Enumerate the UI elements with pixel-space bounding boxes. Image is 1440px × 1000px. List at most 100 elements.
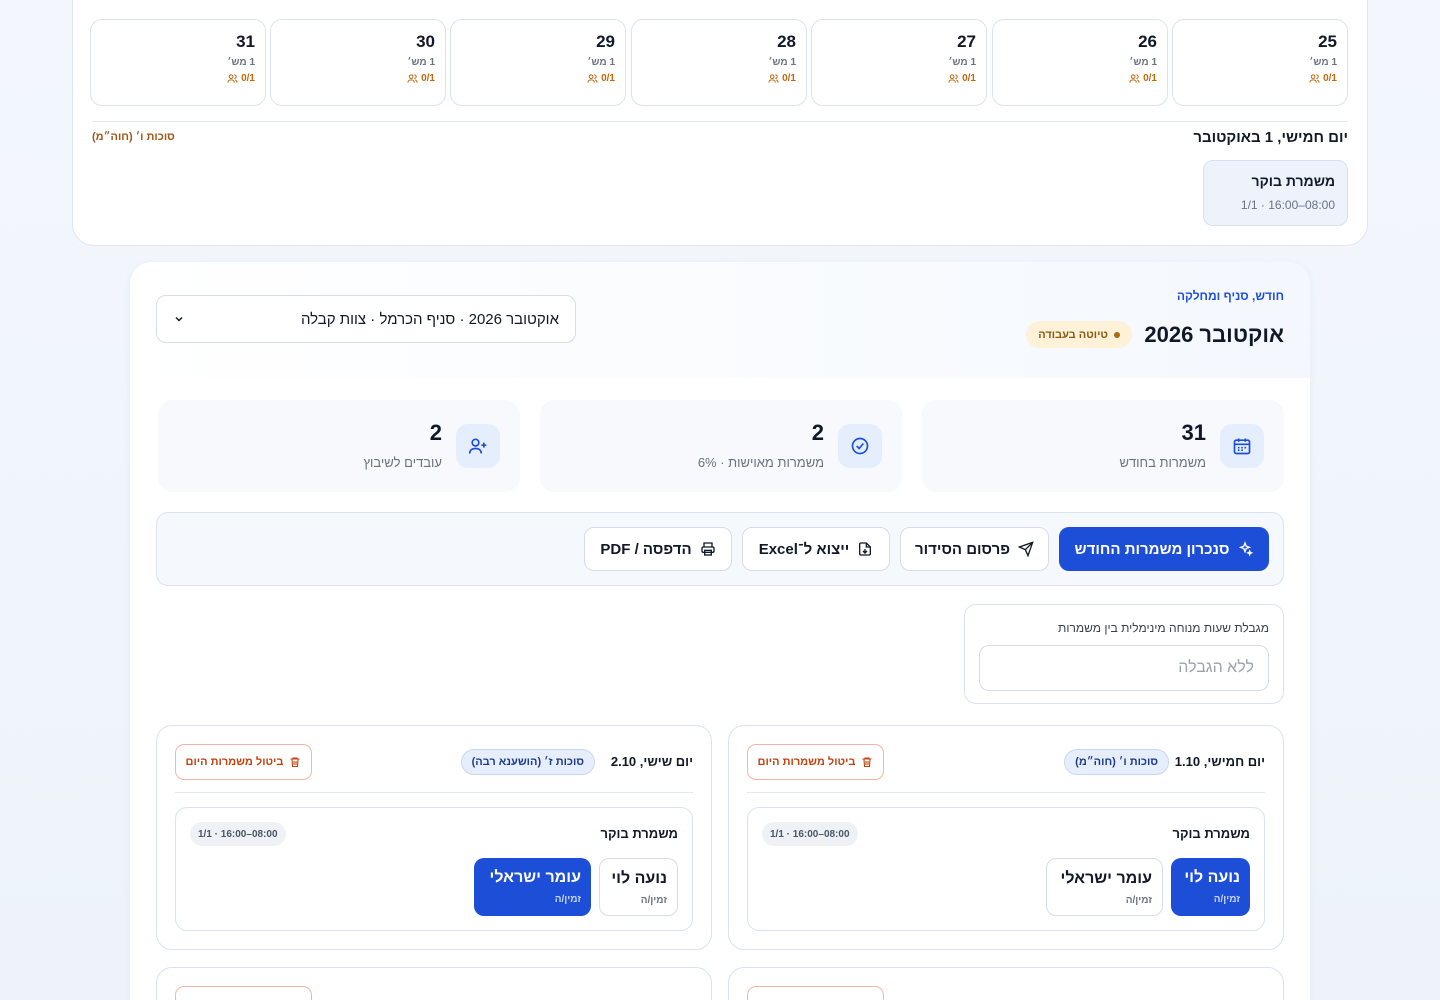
cancel-day-shifts-button[interactable] — [175, 986, 312, 1000]
stat-card-staffed: 2 משמרות מאוישות · 6% — [540, 400, 902, 492]
selected-date-holiday: סוכות ו׳ (חוה״מ) — [92, 131, 175, 143]
employee-chip[interactable]: נועה לוי זמין/ה — [1171, 858, 1250, 916]
cancel-day-shifts-button[interactable]: ביטול משמרות היום — [747, 744, 884, 780]
employee-status: זמין/ה — [1125, 895, 1152, 906]
day-staffing: 0/1 — [1129, 73, 1157, 84]
check-circle-icon — [838, 424, 882, 468]
day-number: 27 — [957, 32, 976, 51]
employee-name: עומר ישראלי — [1060, 870, 1153, 887]
period-select[interactable]: אוקטובר 2026 · סניף הכרמל · צוות קבלה — [156, 295, 576, 343]
divider — [92, 121, 1348, 122]
rest-hours-field: מגבלת שעות מנוחה מינימלית בין משמרות ללא… — [964, 604, 1284, 704]
trash-icon — [290, 757, 300, 768]
publish-schedule-button[interactable]: פרסום הסידור — [900, 527, 1049, 571]
calendar-icon — [1220, 424, 1264, 468]
selected-date-title: יום חמישי, 1 באוקטובר — [1193, 129, 1348, 146]
stat-value: 31 — [1181, 420, 1206, 445]
day-card — [156, 967, 712, 1000]
shift-box: משמרת בוקר 08:00–16:00 · 1/1 נועה לוי זמ… — [747, 807, 1265, 931]
rest-hours-input[interactable]: ללא הגבלה — [979, 645, 1269, 691]
users-icon — [227, 74, 238, 83]
employee-name: עומר ישראלי — [489, 869, 582, 886]
stat-label: משמרות מאוישות · 6% — [697, 455, 824, 470]
employee-status: זמין/ה — [1213, 894, 1240, 905]
stat-label: עובדים לשיבוץ — [363, 455, 442, 470]
divider — [747, 792, 1265, 793]
sync-shifts-button[interactable]: סנכרון משמרות החודש — [1059, 527, 1269, 571]
day-shift-count: 1 מש׳ — [227, 57, 255, 68]
day-number: 30 — [416, 32, 435, 51]
users-icon — [587, 74, 598, 83]
users-icon — [407, 74, 418, 83]
employee-chip[interactable]: נועה לוי זמין/ה — [599, 858, 678, 916]
cancel-day-shifts-button[interactable] — [747, 986, 884, 1000]
calendar-day-29[interactable]: 29 1 מש׳ 0/1 — [450, 19, 626, 106]
calendar-day-26[interactable]: 26 1 מש׳ 0/1 — [992, 19, 1168, 106]
user-plus-icon — [456, 424, 500, 468]
users-icon — [1129, 74, 1140, 83]
schedule-panel: חודש, סניף ומחלקה אוקטובר 2026 טיוטה בעב… — [130, 262, 1310, 1000]
day-card: יום חמישי, 1.10 סוכות ו׳ (חוה״מ) ביטול מ… — [728, 725, 1284, 950]
users-icon — [1309, 74, 1320, 83]
users-icon — [768, 74, 779, 83]
employee-status: זמין/ה — [554, 894, 581, 905]
holiday-badge: סוכות ו׳ (חוה״מ) — [1064, 749, 1169, 775]
employee-chip[interactable]: עומר ישראלי זמין/ה — [1046, 858, 1163, 916]
status-dot-icon — [1114, 331, 1120, 338]
stat-card-shifts: 31 משמרות בחודש — [922, 400, 1284, 492]
day-card-title: יום חמישי, 1.10 — [1174, 754, 1265, 769]
shift-time-badge: 08:00–16:00 · 1/1 — [762, 822, 858, 846]
day-number: 28 — [777, 32, 796, 51]
day-shift-count: 1 מש׳ — [768, 57, 796, 68]
day-number: 31 — [236, 32, 255, 51]
stat-value: 2 — [811, 420, 824, 445]
day-staffing: 0/1 — [587, 73, 615, 84]
day-number: 29 — [596, 32, 615, 51]
stat-value: 2 — [429, 420, 442, 445]
shift-name: משמרת בוקר — [1172, 826, 1251, 841]
shift-name: משמרת בוקר — [600, 826, 679, 841]
employee-chip[interactable]: עומר ישראלי זמין/ה — [474, 858, 591, 916]
day-staffing: 0/1 — [1309, 73, 1337, 84]
shift-meta: 08:00–16:00 · 1/1 — [1240, 198, 1335, 212]
day-shift-count: 1 מש׳ — [1309, 57, 1337, 68]
panel-header: חודש, סניף ומחלקה אוקטובר 2026 טיוטה בעב… — [130, 262, 1310, 378]
day-staffing: 0/1 — [768, 73, 796, 84]
rest-hours-label: מגבלת שעות מנוחה מינימלית בין משמרות — [1058, 621, 1269, 635]
day-shift-count: 1 מש׳ — [1129, 57, 1157, 68]
day-card — [728, 967, 1284, 1000]
employee-status: זמין/ה — [640, 895, 667, 906]
send-icon — [1018, 541, 1034, 557]
selected-shift-chip[interactable]: משמרת בוקר 08:00–16:00 · 1/1 — [1203, 160, 1348, 226]
calendar-card: 25 1 מש׳ 0/1 26 1 מש׳ 0/1 27 1 מש׳ 0/1 2… — [72, 0, 1368, 246]
day-staffing: 0/1 — [948, 73, 976, 84]
print-pdf-button[interactable]: הדפסה / PDF — [584, 527, 732, 571]
chevron-down-icon — [175, 316, 183, 322]
stat-label: משמרות בחודש — [1119, 455, 1206, 470]
stat-card-employees: 2 עובדים לשיבוץ — [158, 400, 520, 492]
period-select-value: אוקטובר 2026 · סניף הכרמל · צוות קבלה — [300, 310, 559, 328]
calendar-day-30[interactable]: 30 1 מש׳ 0/1 — [270, 19, 446, 106]
cancel-day-shifts-button[interactable]: ביטול משמרות היום — [175, 744, 312, 780]
shift-name: משמרת בוקר — [1251, 173, 1335, 189]
shift-box: משמרת בוקר 08:00–16:00 · 1/1 נועה לוי זמ… — [175, 807, 693, 931]
actions-toolbar: סנכרון משמרות החודש פרסום הסידור ייצוא ל… — [156, 512, 1284, 586]
day-shift-count: 1 מש׳ — [587, 57, 615, 68]
export-excel-button[interactable]: ייצוא ל־Excel — [742, 527, 890, 571]
file-download-icon — [859, 542, 872, 556]
shift-time-badge: 08:00–16:00 · 1/1 — [190, 822, 286, 846]
day-card: יום שישי, 2.10 סוכות ז׳ (הושענא רבה) ביט… — [156, 725, 712, 950]
holiday-badge: סוכות ז׳ (הושענא רבה) — [460, 749, 595, 775]
day-staffing: 0/1 — [407, 73, 435, 84]
day-shift-count: 1 מש׳ — [407, 57, 435, 68]
day-card-title: יום שישי, 2.10 — [610, 754, 693, 769]
calendar-day-28[interactable]: 28 1 מש׳ 0/1 — [631, 19, 807, 106]
calendar-day-27[interactable]: 27 1 מש׳ 0/1 — [811, 19, 987, 106]
day-number: 25 — [1318, 32, 1337, 51]
trash-icon — [862, 757, 872, 768]
status-badge: טיוטה בעבודה — [1026, 321, 1132, 348]
calendar-day-25[interactable]: 25 1 מש׳ 0/1 — [1172, 19, 1348, 106]
employee-name: נועה לוי — [611, 870, 667, 887]
users-icon — [948, 74, 959, 83]
calendar-day-31[interactable]: 31 1 מש׳ 0/1 — [90, 19, 266, 106]
